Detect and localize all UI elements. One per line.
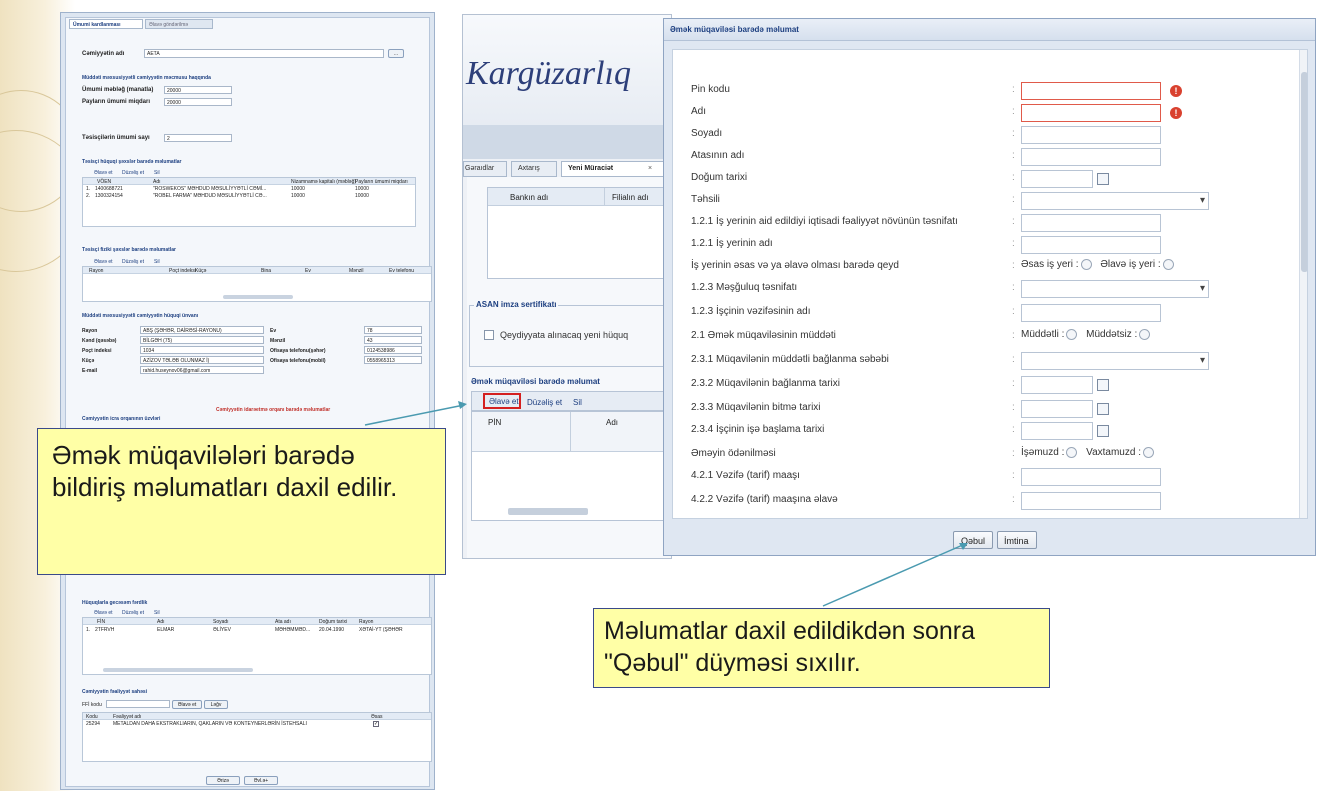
callout-right: Məlumatlar daxil edildikdən sonra "Qəbul… bbox=[593, 608, 1050, 688]
arrow-line bbox=[822, 543, 966, 607]
callout-left: Əmək müqavilələri barədə bildiriş məluma… bbox=[37, 428, 446, 575]
arrow-line bbox=[364, 404, 465, 426]
arrow-head bbox=[458, 401, 467, 409]
